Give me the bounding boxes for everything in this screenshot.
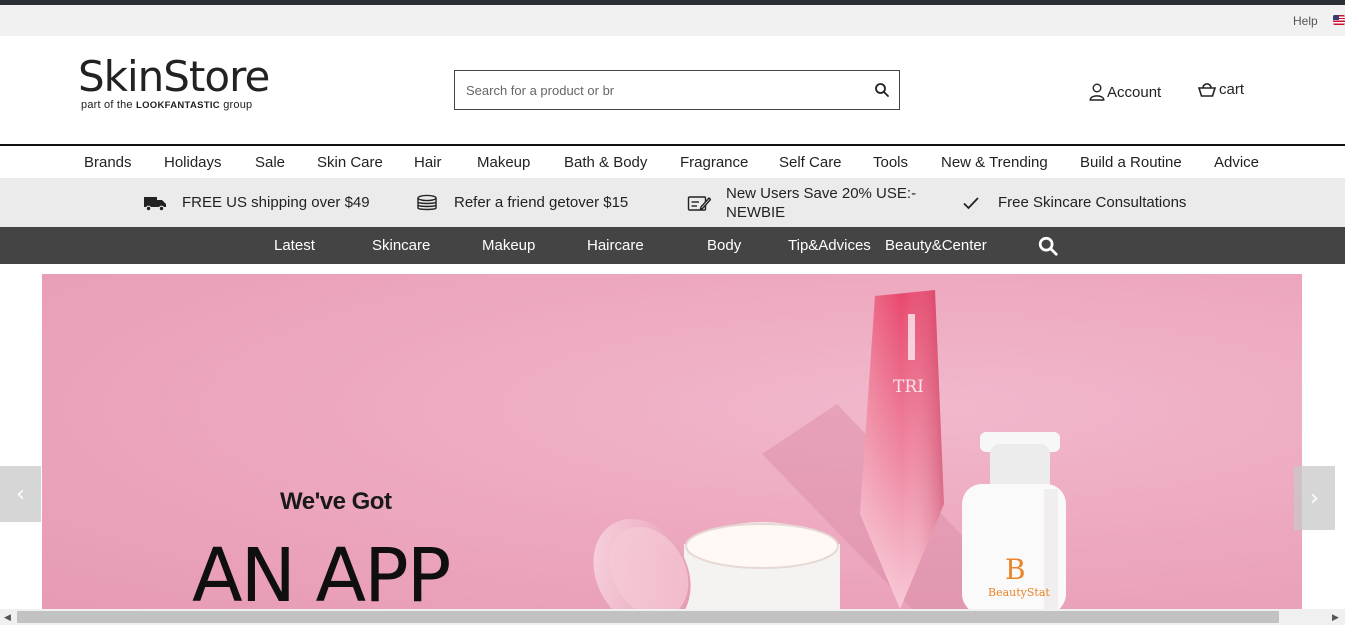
horizontal-scrollbar[interactable]: ◀ ▶ xyxy=(0,609,1345,625)
coins-icon xyxy=(417,194,437,210)
usp-refer-text: Refer a friend getover $15 xyxy=(454,194,629,211)
jar-brand-name: BeautyStat xyxy=(988,586,1050,599)
usp-shipping[interactable]: FREE US shipping over $49 xyxy=(143,193,370,212)
bottle-brand-text: TRI xyxy=(893,377,924,397)
logo-tagline-pre: part of the xyxy=(81,99,136,111)
nav-item-tools[interactable]: Tools xyxy=(873,154,908,171)
search-icon[interactable] xyxy=(873,81,891,99)
usp-new-users-line1: New Users Save 20% USE:- xyxy=(726,185,917,202)
chevron-left-icon: ‹ xyxy=(16,481,25,507)
usp-shipping-text: FREE US shipping over $49 xyxy=(182,194,370,211)
nav-item-new-trending[interactable]: New & Trending xyxy=(941,154,1048,171)
nav-item-brands[interactable]: Brands xyxy=(84,154,132,171)
logo-tagline-brand: LOOKFANTASTIC xyxy=(136,100,220,111)
site-header: SkinStore part of the LOOKFANTASTIC grou… xyxy=(0,36,1345,144)
nav-item-skin-care[interactable]: Skin Care xyxy=(317,154,383,171)
logo-tagline: part of the LOOKFANTASTIC group xyxy=(81,99,252,111)
subnav-item-makeup[interactable]: Makeup xyxy=(482,237,535,254)
logo[interactable]: SkinStore xyxy=(78,52,270,101)
usp-consult-text: Free Skincare Consultations xyxy=(998,194,1187,211)
search-icon[interactable] xyxy=(1037,235,1059,257)
truck-icon xyxy=(144,196,166,211)
account-link[interactable]: Account xyxy=(1089,82,1161,102)
usp-new-users-text: New Users Save 20% USE:- NEWBIE xyxy=(726,184,916,222)
subnav-item-beauty-center[interactable]: Beauty&Center xyxy=(885,237,987,254)
scroll-left-arrow-icon[interactable]: ◀ xyxy=(4,612,11,623)
usp-bar: FREE US shipping over $49 Refer a friend… xyxy=(0,178,1345,227)
nav-item-makeup[interactable]: Makeup xyxy=(477,154,530,171)
nav-item-sale[interactable]: Sale xyxy=(255,154,285,171)
jar-brand-letter: B xyxy=(1005,553,1026,586)
carousel-next-button[interactable]: › xyxy=(1294,466,1335,530)
hero-banner[interactable]: TRI B BeautyStat We've Got AN APP xyxy=(42,274,1302,609)
subnav-item-haircare[interactable]: Haircare xyxy=(587,237,644,254)
nav-item-fragrance[interactable]: Fragrance xyxy=(680,154,748,171)
usp-new-users[interactable]: New Users Save 20% USE:- NEWBIE xyxy=(687,184,916,222)
hero-subtitle: We've Got xyxy=(280,488,392,515)
nav-item-self-care[interactable]: Self Care xyxy=(779,154,842,171)
nav-item-build-routine[interactable]: Build a Routine xyxy=(1080,154,1182,171)
subnav-item-skincare[interactable]: Skincare xyxy=(372,237,430,254)
editorial-nav: Latest Skincare Makeup Haircare Body Tip… xyxy=(0,227,1345,264)
usp-new-users-line2: NEWBIE xyxy=(726,204,786,221)
subnav-item-tip-advices[interactable]: Tip&Advices xyxy=(788,237,871,254)
cart-link[interactable]: cart xyxy=(1197,79,1244,99)
usp-refer[interactable]: Refer a friend getover $15 xyxy=(415,193,628,212)
nav-item-hair[interactable]: Hair xyxy=(414,154,442,171)
cart-label: cart xyxy=(1219,80,1245,98)
checkmark-icon xyxy=(963,196,979,209)
usp-consult[interactable]: Free Skincare Consultations xyxy=(961,193,1186,212)
chevron-right-icon: › xyxy=(1310,485,1319,511)
account-label: Account xyxy=(1107,83,1162,101)
us-flag-icon[interactable] xyxy=(1333,15,1345,25)
nav-item-bath-body[interactable]: Bath & Body xyxy=(564,154,647,171)
coupon-edit-icon xyxy=(687,196,711,211)
user-icon xyxy=(1089,83,1105,101)
utility-bar: Help xyxy=(0,5,1345,36)
scroll-right-arrow-icon[interactable]: ▶ xyxy=(1332,612,1339,623)
carousel-prev-button[interactable]: ‹ xyxy=(0,466,41,522)
hero-title: AN APP xyxy=(192,533,451,609)
logo-tagline-post: group xyxy=(219,99,253,111)
subnav-item-body[interactable]: Body xyxy=(707,237,741,254)
help-link[interactable]: Help xyxy=(1293,14,1318,28)
nav-item-advice[interactable]: Advice xyxy=(1214,154,1259,171)
subnav-item-latest[interactable]: Latest xyxy=(274,237,315,254)
search-input[interactable] xyxy=(455,71,855,109)
scrollbar-thumb[interactable] xyxy=(17,611,1279,623)
search-box xyxy=(454,70,900,110)
main-nav: Brands Holidays Sale Skin Care Hair Make… xyxy=(0,144,1345,178)
basket-icon xyxy=(1197,83,1217,97)
nav-item-holidays[interactable]: Holidays xyxy=(164,154,222,171)
